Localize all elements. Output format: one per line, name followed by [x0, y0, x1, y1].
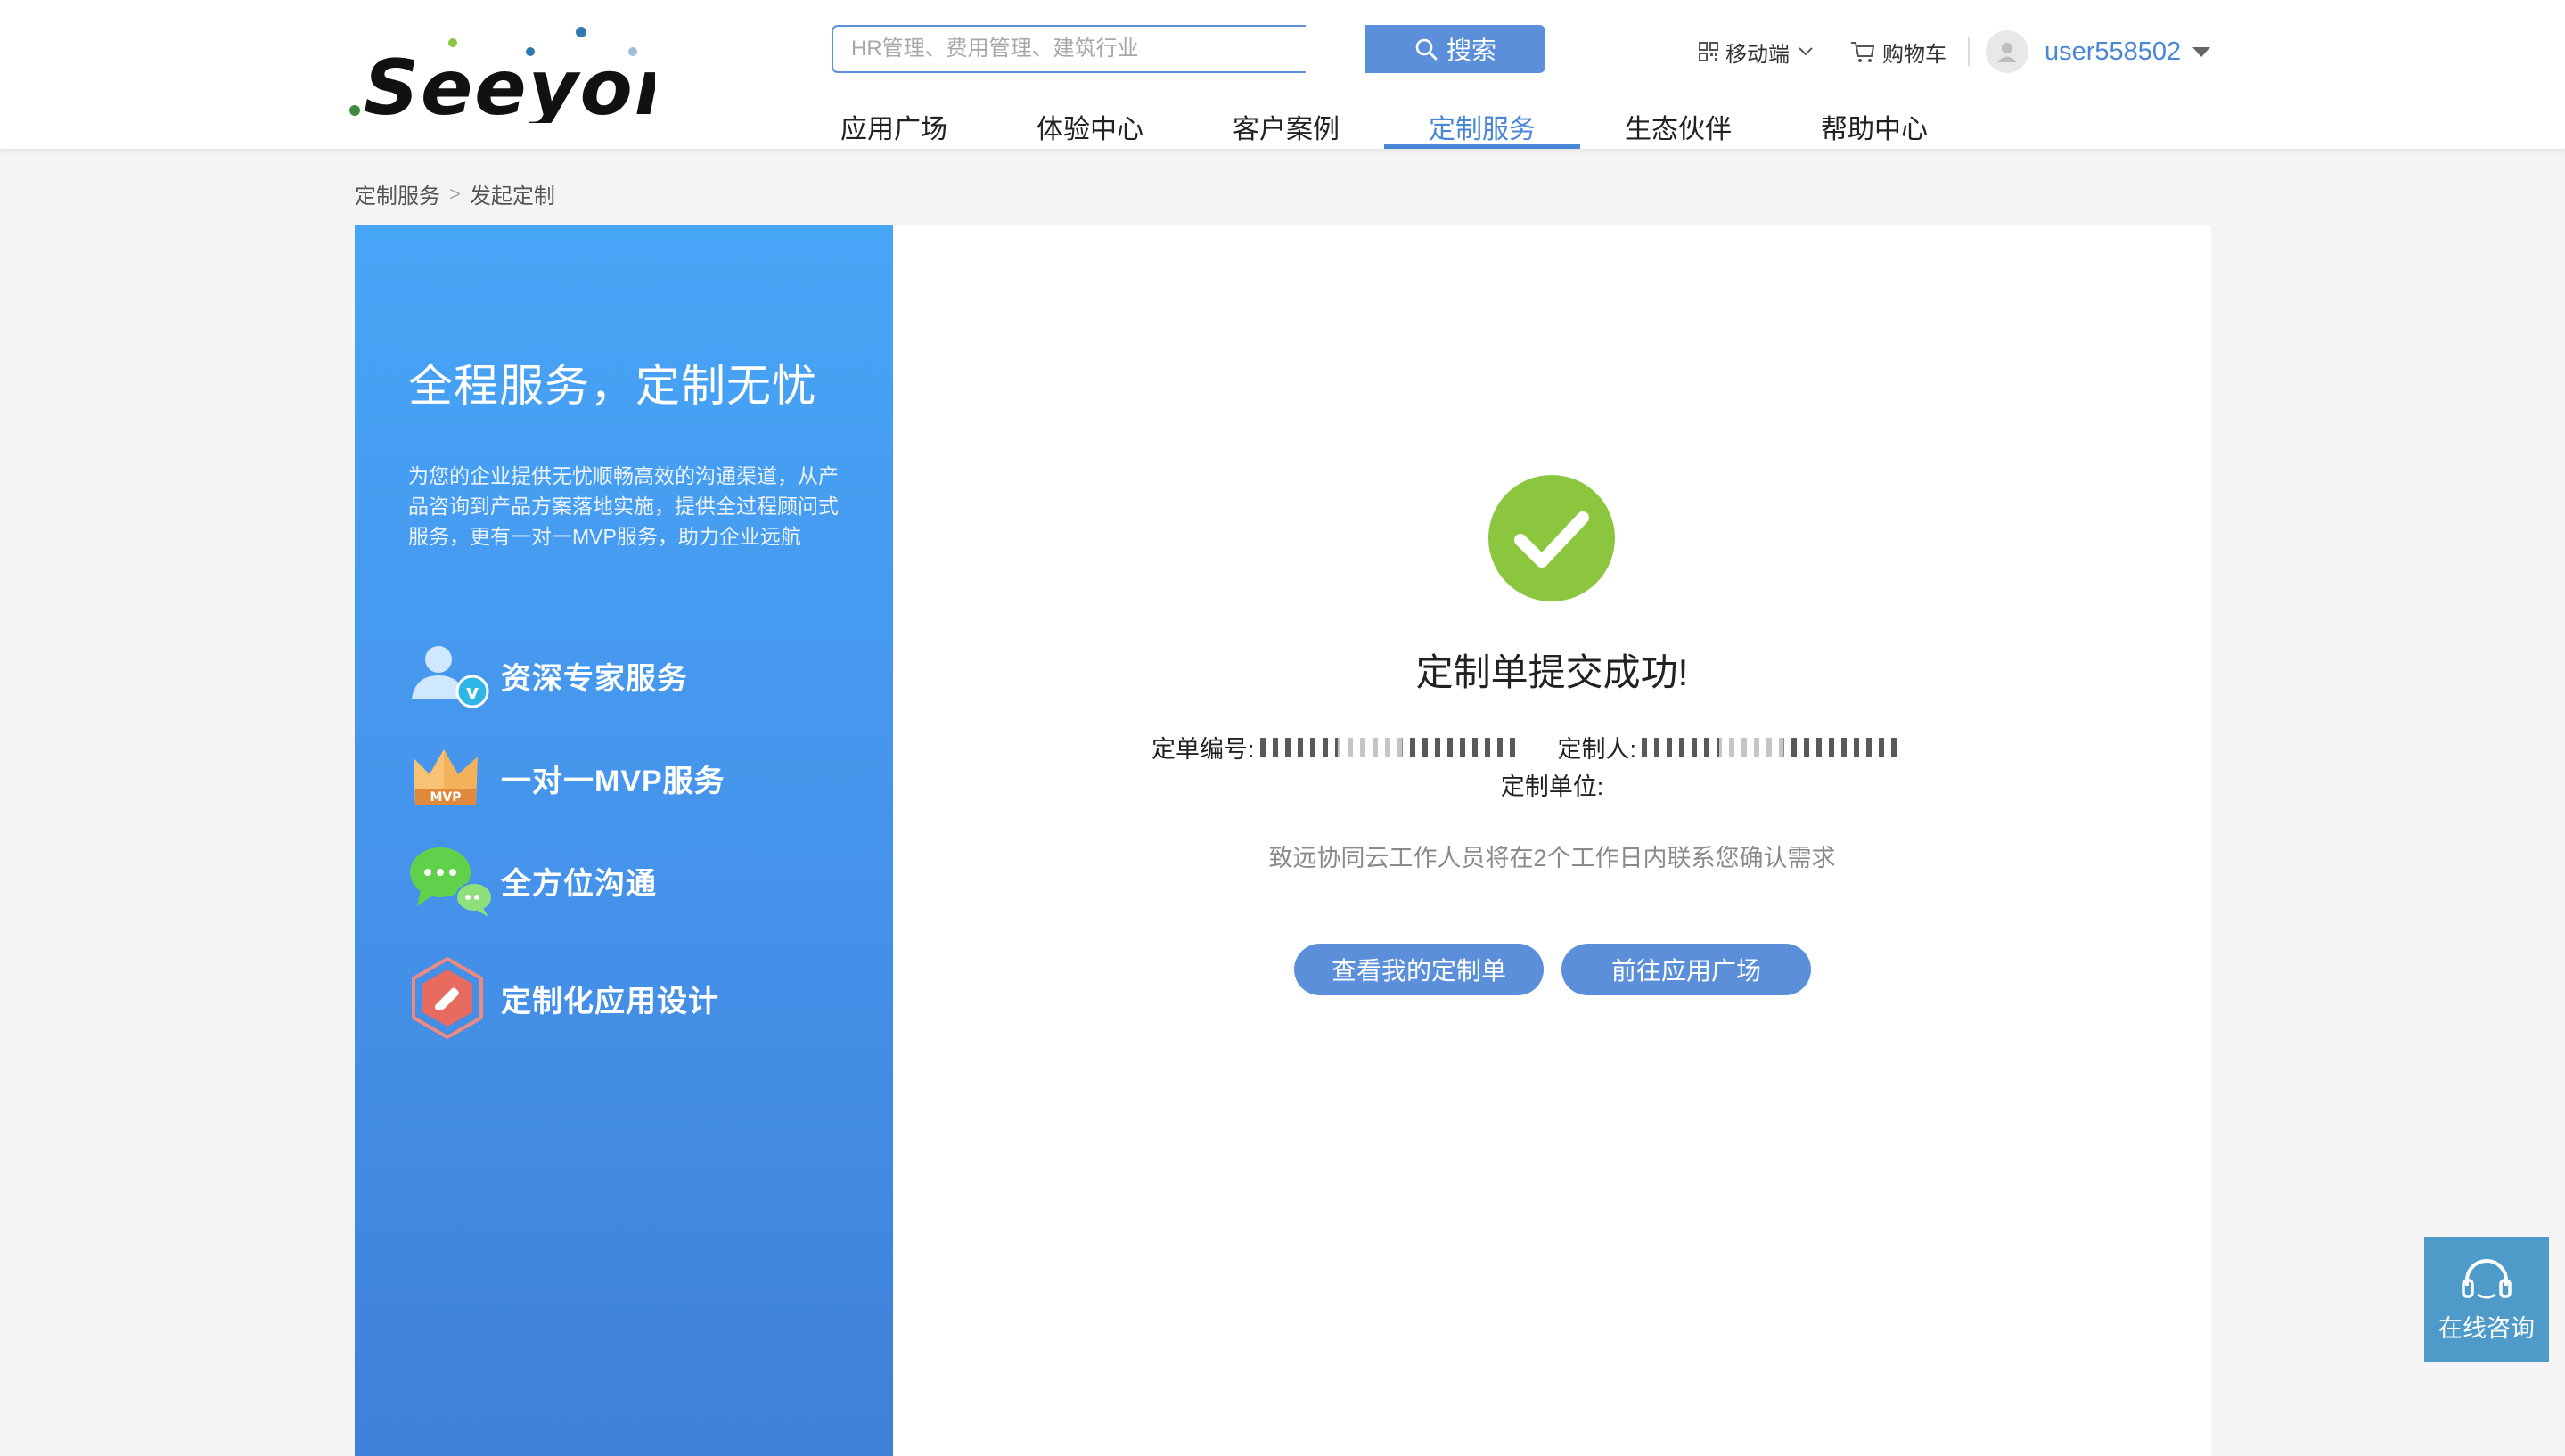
- nav-label: 生态伙伴: [1625, 115, 1732, 144]
- crown-mvp-icon: MVP: [408, 738, 494, 818]
- chat-bubbles-icon: [408, 840, 494, 920]
- design-hexagon-icon: [408, 956, 494, 1040]
- expert-icon: v: [408, 635, 494, 716]
- nav-label: 定制服务: [1429, 115, 1536, 144]
- nav-label: 体验中心: [1037, 115, 1143, 144]
- main-nav: 应用广场 体验中心 客户案例 定制服务 生态伙伴 帮助中心: [796, 96, 1972, 149]
- nav-item-custom-service[interactable]: 定制服务: [1384, 96, 1580, 149]
- consult-label: 在线咨询: [2438, 1314, 2535, 1342]
- order-number-value-redacted: [1259, 737, 1519, 757]
- search-icon: [1415, 38, 1438, 61]
- top-header: Seeyon 搜索 移动端: [0, 0, 2565, 150]
- nav-item-app-square[interactable]: 应用广场: [796, 96, 992, 149]
- svg-text:v: v: [466, 682, 479, 704]
- search-button[interactable]: 搜索: [1365, 25, 1545, 73]
- username[interactable]: user558502: [2045, 37, 2181, 67]
- topbar-divider: [1968, 37, 1970, 66]
- breadcrumb: 定制服务 > 发起定制: [355, 178, 555, 209]
- search-button-label: 搜索: [1446, 37, 1496, 64]
- success-check-icon: [1488, 475, 1615, 601]
- seeyon-logo[interactable]: Seeyon: [348, 23, 655, 123]
- nav-item-customer-cases[interactable]: 客户案例: [1188, 96, 1384, 149]
- avatar[interactable]: [1986, 30, 2028, 73]
- service-intro-panel: 全程服务，定制无忧 为您的企业提供无忧顺畅高效的沟通渠道，从产品咨询到产品方案落…: [355, 225, 893, 1456]
- unit-label: 定制单位:: [1500, 773, 1604, 800]
- view-my-orders-button[interactable]: 查看我的定制单: [1294, 944, 1544, 995]
- submission-result-panel: 定制单提交成功! 定单编号: 定制人: 定制单位: 致远协同云工作人员将在2个工…: [893, 225, 2211, 1456]
- customizer-value-redacted: [1642, 737, 1901, 757]
- user-icon: [1997, 43, 2017, 62]
- go-app-square-label: 前往应用广场: [1610, 957, 1761, 985]
- nav-item-help-center[interactable]: 帮助中心: [1776, 96, 1972, 149]
- go-app-square-button[interactable]: 前往应用广场: [1561, 944, 1811, 995]
- crown-text: MVP: [430, 790, 461, 805]
- feature-custom-design: 定制化应用设计: [408, 956, 719, 1040]
- order-info-row: 定单编号: 定制人:: [1151, 730, 1901, 765]
- intro-title: 全程服务，定制无忧: [408, 361, 817, 411]
- mobile-label: 移动端: [1725, 42, 1790, 67]
- nav-label: 客户案例: [1233, 115, 1340, 144]
- breadcrumb-parent[interactable]: 定制服务: [355, 178, 440, 209]
- cart-label: 购物车: [1882, 42, 1946, 67]
- success-title: 定制单提交成功!: [1415, 651, 1689, 693]
- search-input[interactable]: [832, 25, 1306, 73]
- caret-down-icon[interactable]: [2192, 45, 2211, 58]
- feature-label: 定制化应用设计: [501, 984, 719, 1018]
- nav-item-eco-partners[interactable]: 生态伙伴: [1580, 96, 1776, 149]
- cart-link[interactable]: 购物车: [1850, 37, 1946, 68]
- intro-description: 为您的企业提供无忧顺畅高效的沟通渠道，从产品咨询到产品方案落地实施，提供全过程顾…: [408, 464, 839, 548]
- nav-item-experience-center[interactable]: 体验中心: [992, 96, 1188, 149]
- feature-label: 全方位沟通: [501, 866, 657, 901]
- breadcrumb-separator: >: [449, 182, 461, 205]
- feature-communication: 全方位沟通: [408, 840, 657, 920]
- headset-icon: [2462, 1258, 2512, 1298]
- contact-note: 致远协同云工作人员将在2个工作日内联系您确认需求: [1268, 845, 1836, 871]
- mobile-link[interactable]: 移动端: [1699, 37, 1815, 68]
- feature-label: 资深专家服务: [501, 661, 688, 696]
- breadcrumb-current: 发起定制: [469, 184, 555, 209]
- qrcode-icon: [1699, 42, 1718, 61]
- nav-label: 帮助中心: [1821, 115, 1928, 144]
- chevron-down-icon: [1799, 47, 1813, 56]
- feature-label: 一对一MVP服务: [501, 764, 725, 798]
- feature-expert-service: v 资深专家服务: [408, 635, 688, 716]
- logo-text: Seeyon: [364, 44, 655, 123]
- feature-mvp-service: MVP 一对一MVP服务: [408, 738, 725, 818]
- order-number-label: 定单编号:: [1151, 736, 1255, 763]
- unit-row: 定制单位:: [893, 767, 2211, 802]
- customizer-label: 定制人:: [1557, 736, 1637, 763]
- view-my-orders-label: 查看我的定制单: [1331, 957, 1506, 985]
- nav-label: 应用广场: [840, 115, 947, 144]
- topbar-right: 移动端 购物车 user558502: [1693, 27, 2211, 77]
- online-consult-button[interactable]: 在线咨询: [2424, 1237, 2549, 1362]
- cart-icon: [1851, 42, 1875, 62]
